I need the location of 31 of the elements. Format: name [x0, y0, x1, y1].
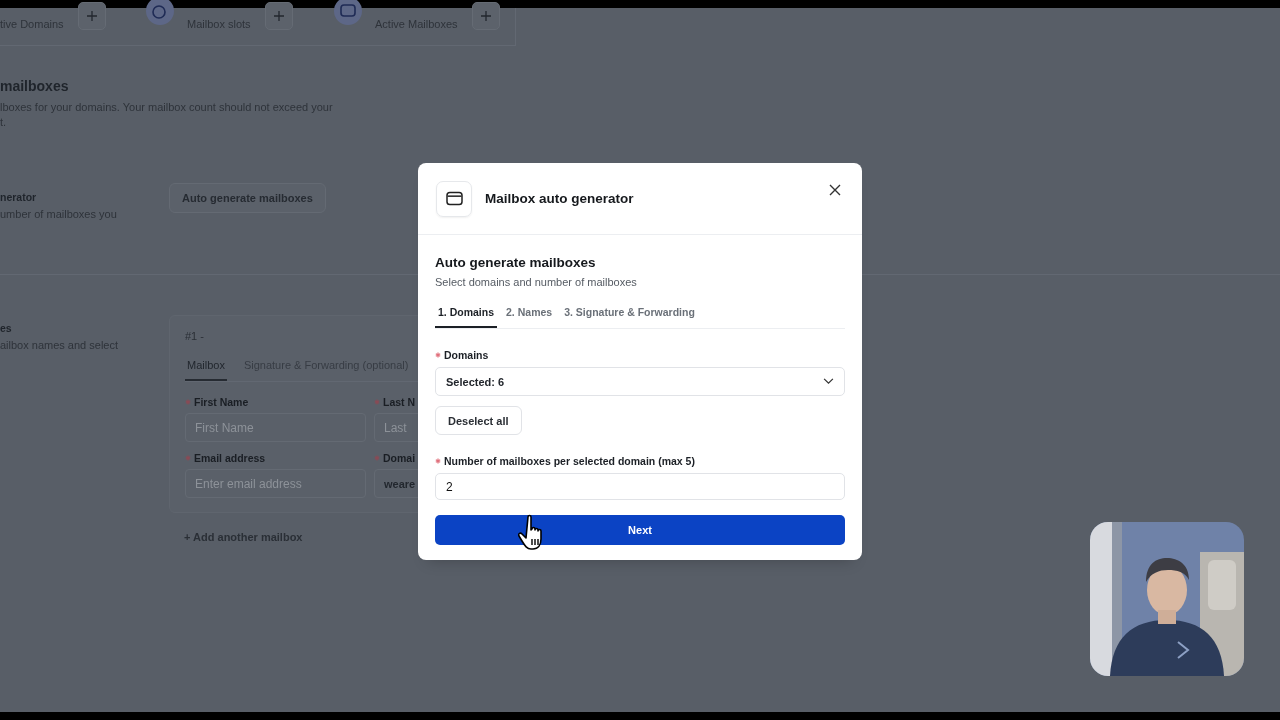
number-input[interactable]: 2 — [435, 473, 845, 500]
step-tab[interactable]: 3. Signature & Forwarding — [561, 303, 698, 328]
add-button[interactable] — [471, 2, 500, 30]
field-label: First Name — [194, 396, 249, 408]
step-tab[interactable]: 1. Domains — [435, 303, 498, 328]
next-button[interactable]: Next — [435, 515, 845, 545]
add-button[interactable] — [77, 2, 106, 30]
close-icon — [829, 184, 841, 196]
step-tab[interactable]: 2. Names — [503, 303, 556, 328]
plus-icon — [272, 10, 285, 22]
add-button[interactable] — [264, 2, 293, 30]
mailboxes-title: es — [0, 322, 13, 334]
mail-icon — [445, 191, 463, 206]
domains-dropdown[interactable]: Selected: 6 — [435, 367, 845, 396]
field-label: Email address — [194, 452, 266, 464]
field-label: Domai — [383, 452, 416, 464]
modal-title: Mailbox auto generator — [485, 191, 634, 206]
plus-icon — [479, 10, 492, 22]
field-label: Number of mailboxes per selected domain (max 5) — [444, 455, 695, 467]
modal-subheading: Select domains and number of mailboxes — [435, 276, 638, 288]
plus-icon — [85, 10, 98, 22]
field-label: Domains — [444, 349, 489, 361]
close-button[interactable] — [828, 183, 842, 197]
section-title: mailboxes — [0, 78, 70, 94]
chevron-down-icon — [823, 378, 834, 385]
generator-title: nerator — [0, 191, 38, 203]
field-label: Last N — [383, 396, 416, 408]
coin-icon — [145, 0, 175, 26]
modal-heading: Auto generate mailboxes — [435, 255, 597, 270]
mail-icon — [333, 0, 363, 26]
deselect-all-button[interactable]: Deselect all — [435, 406, 522, 435]
